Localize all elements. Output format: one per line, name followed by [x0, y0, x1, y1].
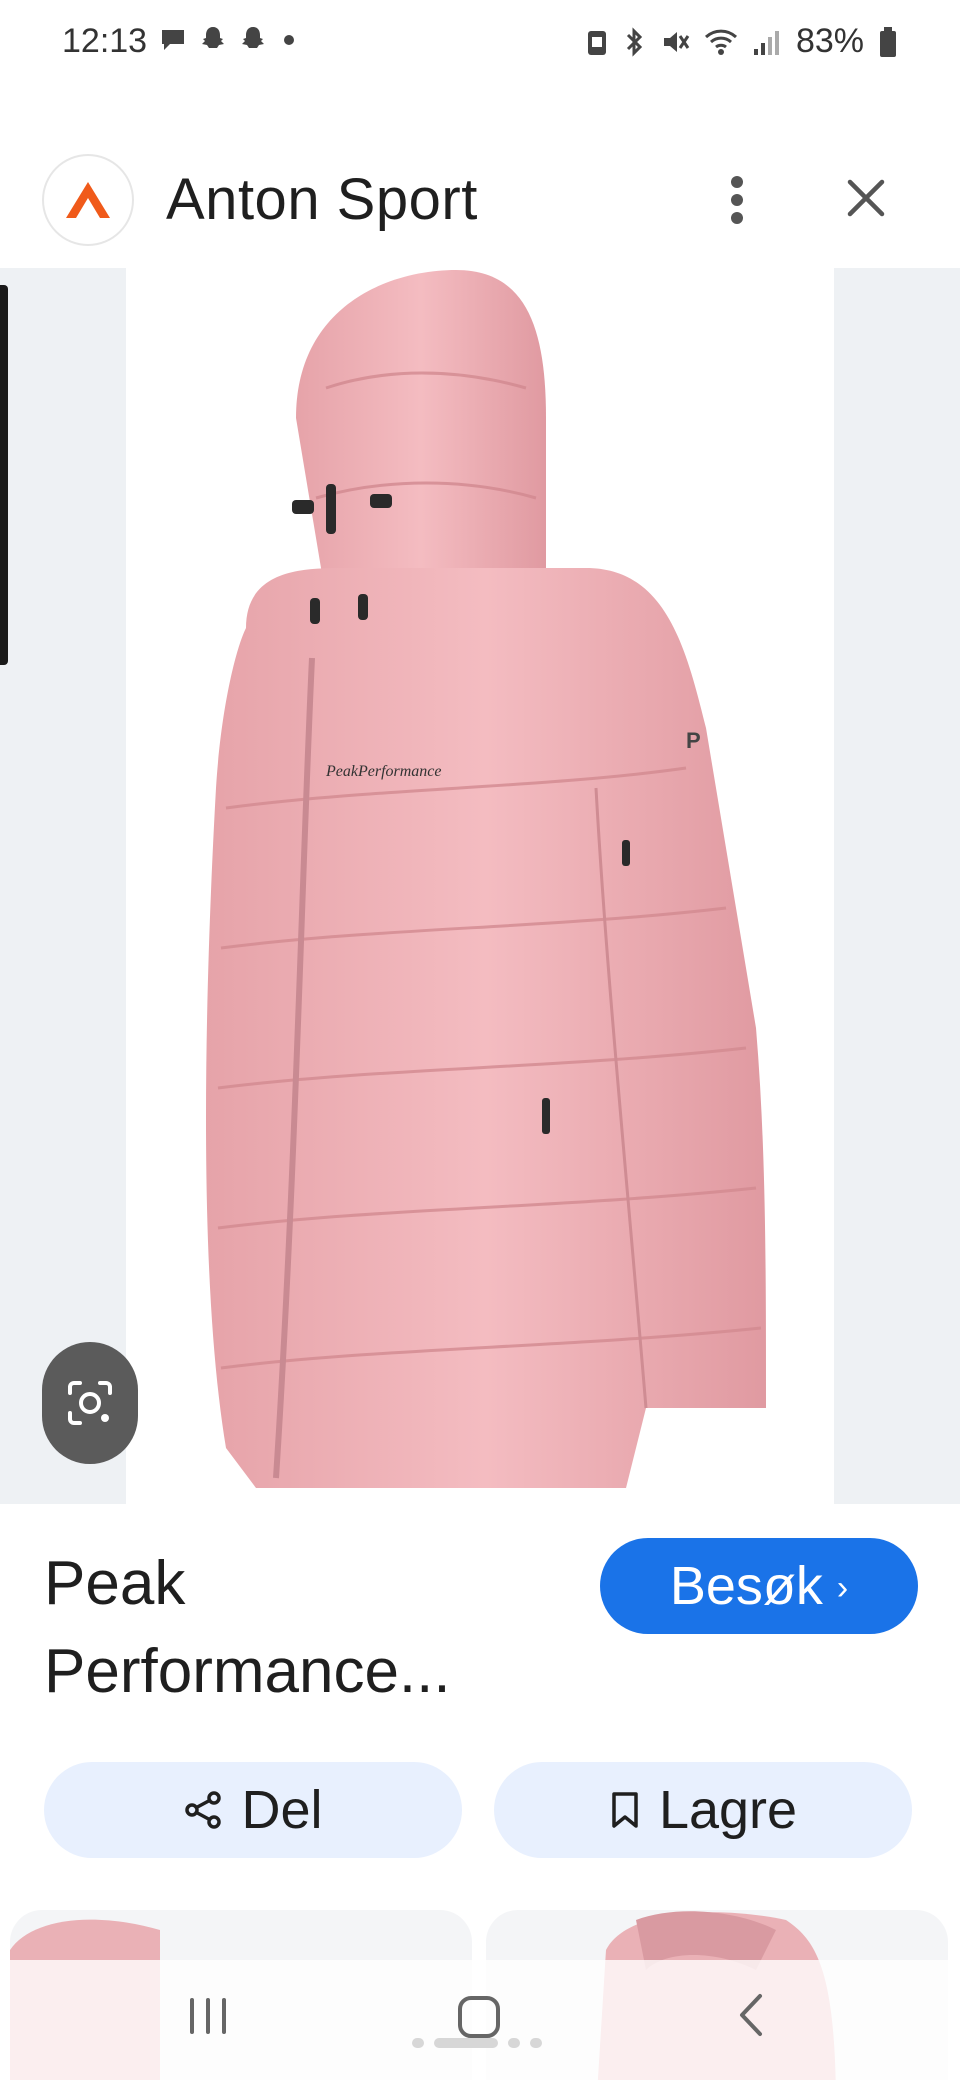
- jacket-illustration: PeakPerformance P: [206, 270, 766, 1488]
- product-title: Peak Performance...: [44, 1540, 584, 1716]
- battery-percent: 83%: [795, 22, 864, 60]
- image-viewer[interactable]: PeakPerformance P: [0, 268, 960, 1504]
- visit-button[interactable]: Besøk ›: [600, 1538, 918, 1634]
- page-dot: [530, 2038, 542, 2048]
- system-status-icons: 83%: [586, 22, 898, 61]
- share-label: Del: [241, 1780, 323, 1840]
- page-dot: [412, 2038, 424, 2048]
- status-time: 12:13: [62, 22, 148, 60]
- share-button[interactable]: Del: [44, 1762, 462, 1858]
- save-label: Lagre: [658, 1780, 798, 1840]
- anton-sport-logo-icon[interactable]: [44, 156, 132, 244]
- system-nav-bar: [0, 1960, 960, 2080]
- bluetooth-icon: [626, 26, 643, 57]
- snapchat-icon: [242, 27, 264, 48]
- snapchat-icon: [202, 27, 224, 48]
- battery-saver-icon: [587, 30, 606, 55]
- svg-text:P: P: [686, 728, 701, 753]
- product-image[interactable]: PeakPerformance P: [126, 268, 834, 1504]
- chevron-right-icon: ›: [836, 1568, 849, 1607]
- product-title-line1: Peak: [44, 1549, 186, 1618]
- site-title[interactable]: Anton Sport: [166, 166, 478, 233]
- phone-screen: 12:13 83% Anton Sport PeakPerformance P …: [0, 0, 960, 2080]
- visit-label: Besøk: [669, 1556, 823, 1616]
- side-drag-handle[interactable]: [0, 285, 8, 665]
- product-title-line2: Performance...: [44, 1637, 451, 1706]
- battery-icon: [880, 26, 896, 57]
- chat-bubble-icon: [162, 30, 184, 50]
- share-icon: [185, 1791, 222, 1829]
- status-bar: 12:13 83%: [0, 0, 960, 90]
- page-dot: [508, 2038, 520, 2048]
- signal-icon: [753, 30, 779, 55]
- wifi-icon: [704, 29, 737, 55]
- google-lens-button[interactable]: [42, 1342, 138, 1464]
- save-button[interactable]: Lagre: [494, 1762, 912, 1858]
- lens-icon: [68, 1381, 112, 1425]
- source-header: Anton Sport: [0, 150, 960, 250]
- close-icon[interactable]: [836, 168, 896, 228]
- page-dot-active: [434, 2038, 498, 2048]
- recent-apps-icon[interactable]: [186, 1994, 230, 2043]
- bookmark-icon: [612, 1792, 638, 1828]
- back-icon[interactable]: [734, 1990, 768, 2045]
- more-vert-icon[interactable]: [712, 170, 762, 230]
- notification-icons: [158, 24, 300, 54]
- mute-icon: [663, 31, 690, 52]
- page-indicator: [412, 2038, 542, 2048]
- dot-icon: [284, 35, 294, 45]
- svg-text:PeakPerformance: PeakPerformance: [325, 763, 442, 780]
